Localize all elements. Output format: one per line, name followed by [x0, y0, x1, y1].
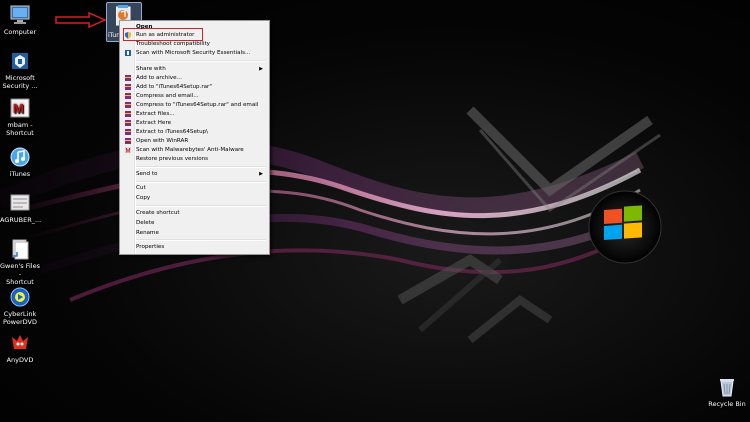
folder-icon — [9, 192, 31, 214]
desktop-icon-security-essentials[interactable]: Microsoft Security ... — [0, 50, 40, 90]
submenu-arrow-icon: ▶ — [259, 66, 263, 72]
menu-item-label: Copy — [136, 195, 151, 201]
menu-item-compress-to-rar-and-email[interactable]: Compress to "iTunes64Setup.rar" and emai… — [122, 101, 267, 109]
menu-item-restore-previous-versions[interactable]: Restore previous versions — [122, 155, 267, 163]
winrar-icon — [125, 93, 131, 99]
menu-item-run-as-administrator[interactable]: Run as administrator — [122, 31, 267, 39]
winrar-icon — [125, 138, 131, 144]
menu-item-label: Create shortcut — [136, 210, 180, 216]
desktop-icon-powerdvd[interactable]: CyberLink PowerDVD — [0, 286, 40, 326]
menu-separator — [136, 239, 266, 241]
winrar-icon — [125, 111, 131, 117]
winrar-icon — [125, 102, 131, 108]
desktop-icon-recycle-bin[interactable]: Recycle Bin — [707, 376, 747, 408]
menu-item-delete[interactable]: Delete — [122, 219, 267, 227]
menu-item-create-shortcut[interactable]: Create shortcut — [122, 209, 267, 217]
menu-item-cut[interactable]: Cut — [122, 184, 267, 192]
menu-item-label: Extract Here — [136, 120, 172, 126]
desktop-icon-label: AGRUBER_... — [0, 216, 42, 224]
mse-icon — [125, 50, 131, 56]
desktop-icon-label: mbam - Shortcut — [6, 121, 34, 137]
desktop-icon-gwens-files[interactable]: Gwen's Files - Shortcut — [0, 238, 40, 286]
desktop-icon-label: Microsoft Security ... — [2, 74, 38, 90]
desktop-icon-label: CyberLink PowerDVD — [3, 310, 37, 326]
menu-item-label: Restore previous versions — [136, 156, 209, 162]
menu-item-label: Properties — [136, 244, 165, 250]
desktop-icon-agruber[interactable]: AGRUBER_... — [0, 192, 42, 224]
menu-item-label: Scan with Microsoft Security Essentials.… — [136, 50, 251, 56]
menu-item-label: Scan with Malwarebytes' Anti-Malware — [136, 147, 244, 153]
desktop-icon-mbam-shortcut[interactable]: M mbam - Shortcut — [0, 97, 40, 137]
menu-item-label: Troubleshoot compatibility — [136, 41, 210, 47]
desktop-icon-label: Recycle Bin — [708, 400, 746, 408]
menu-item-troubleshoot-compatibility[interactable]: Troubleshoot compatibility — [122, 40, 267, 48]
desktop-icon-anydvd[interactable]: AnyDVD — [0, 332, 40, 364]
winrar-icon — [125, 84, 131, 90]
anydvd-icon — [9, 332, 31, 354]
security-essentials-icon — [9, 50, 31, 72]
menu-item-label: Share with — [136, 66, 166, 72]
menu-item-label: Compress and email... — [136, 93, 199, 99]
menu-item-send-to[interactable]: Send to ▶ — [122, 170, 267, 178]
menu-item-label: Add to archive... — [136, 75, 182, 81]
menu-separator — [136, 60, 266, 62]
context-menu: Open Run as administrator Troubleshoot c… — [119, 20, 270, 255]
menu-item-share-with[interactable]: Share with ▶ — [122, 65, 267, 73]
desktop-icon-label: Gwen's Files - Shortcut — [0, 262, 40, 286]
menu-item-label: Open — [136, 24, 153, 30]
menu-item-label: Cut — [136, 185, 146, 191]
winrar-icon — [125, 129, 131, 135]
menu-separator — [136, 166, 266, 168]
menu-item-label: Open with WinRAR — [136, 138, 189, 144]
menu-item-add-to-archive[interactable]: Add to archive... — [122, 74, 267, 82]
recycle-bin-icon — [716, 376, 738, 398]
desktop: Computer Microsoft Security ... M mbam -… — [0, 0, 750, 422]
menu-item-compress-and-email[interactable]: Compress and email... — [122, 92, 267, 100]
computer-icon — [9, 4, 31, 26]
menu-item-open-with-winrar[interactable]: Open with WinRAR — [122, 137, 267, 145]
shield-icon — [125, 32, 131, 39]
menu-item-label: Extract files... — [136, 111, 175, 117]
annotation-arrow-icon — [55, 12, 107, 28]
menu-item-label: Add to "iTunes64Setup.rar" — [136, 84, 212, 90]
itunes-icon — [9, 146, 31, 168]
files-icon — [9, 238, 31, 260]
submenu-arrow-icon: ▶ — [259, 171, 263, 177]
menu-item-open[interactable]: Open — [122, 23, 267, 31]
powerdvd-icon — [9, 286, 31, 308]
menu-item-rename[interactable]: Rename — [122, 229, 267, 237]
svg-text:M: M — [13, 101, 24, 116]
menu-item-label: Compress to "iTunes64Setup.rar" and emai… — [136, 102, 259, 108]
menu-item-label: Delete — [136, 220, 155, 226]
menu-item-copy[interactable]: Copy — [122, 194, 267, 202]
winrar-icon — [125, 120, 131, 126]
menu-item-label: Extract to iTunes64Setup\ — [136, 129, 209, 135]
menu-separator — [136, 181, 266, 183]
malwarebytes-icon: M — [124, 146, 132, 155]
desktop-icon-label: iTunes — [9, 170, 31, 178]
menu-item-scan-mse[interactable]: Scan with Microsoft Security Essentials.… — [122, 49, 267, 57]
menu-item-extract-to-folder[interactable]: Extract to iTunes64Setup\ — [122, 128, 267, 136]
desktop-icon-itunes[interactable]: iTunes — [0, 146, 40, 178]
menu-separator — [136, 205, 266, 207]
winrar-icon — [125, 75, 131, 81]
desktop-icon-label: AnyDVD — [6, 356, 34, 364]
svg-text:M: M — [126, 149, 131, 154]
menu-item-extract-here[interactable]: Extract Here — [122, 119, 267, 127]
menu-item-properties[interactable]: Properties — [122, 243, 267, 251]
menu-item-add-to-rar[interactable]: Add to "iTunes64Setup.rar" — [122, 83, 267, 91]
menu-item-label: Rename — [136, 230, 159, 236]
wallpaper — [0, 106, 662, 344]
malwarebytes-icon: M — [9, 97, 31, 119]
desktop-icon-computer[interactable]: Computer — [0, 4, 40, 36]
desktop-icon-label: Computer — [3, 28, 37, 36]
menu-item-label: Send to — [136, 171, 158, 177]
menu-item-extract-files[interactable]: Extract files... — [122, 110, 267, 118]
menu-item-label: Run as administrator — [136, 32, 195, 38]
menu-item-scan-malwarebytes[interactable]: M Scan with Malwarebytes' Anti-Malware — [122, 146, 267, 155]
